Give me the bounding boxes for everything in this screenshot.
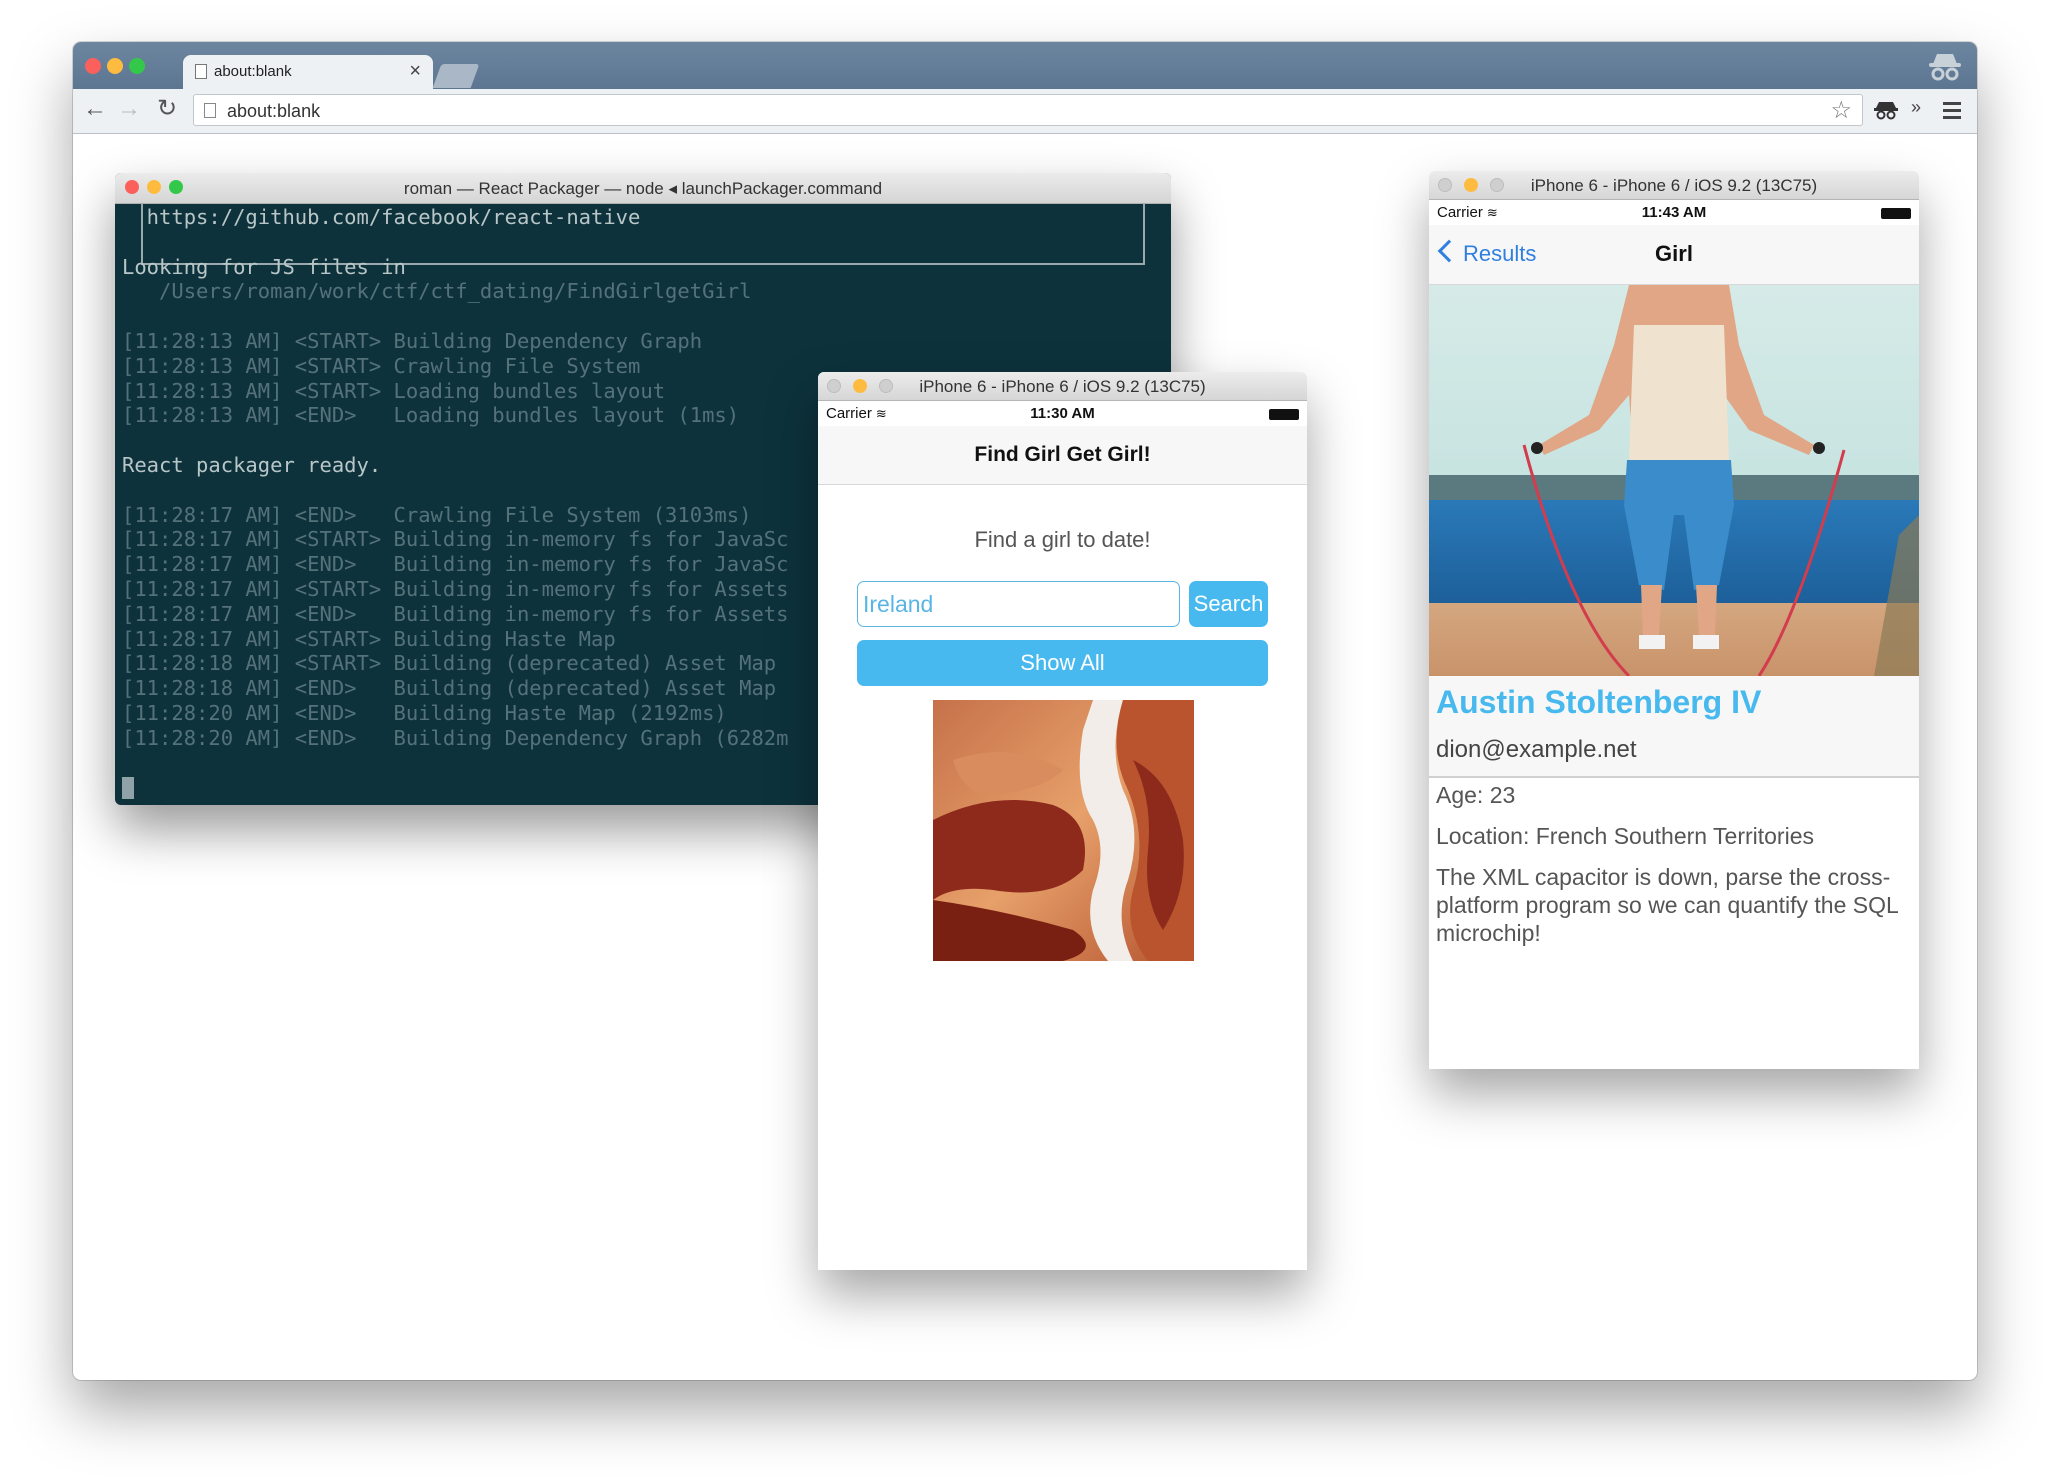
simulator-window-profile: iPhone 6 - iPhone 6 / iOS 9.2 (13C75) Ca… [1429,171,1919,1069]
incognito-icon [1929,54,1961,81]
search-prompt: Find a girl to date! [974,527,1151,552]
battery-icon [1881,208,1911,219]
simulator-title: iPhone 6 - iPhone 6 / iOS 9.2 (13C75) [1530,176,1818,195]
address-text[interactable]: about:blank [227,101,320,122]
back-button[interactable]: ← [83,95,107,123]
status-bar: Carrier ≋ 11:43 AM [1429,199,1919,225]
terminal-line: [11:28:17 AM] <END> Crawling File System… [122,502,752,527]
profile-name: Austin Stoltenberg IV [1436,684,1762,720]
terminal-line: [11:28:20 AM] <END> Building Dependency … [122,725,789,750]
forward-button[interactable]: → [117,95,141,123]
simulator-titlebar: iPhone 6 - iPhone 6 / iOS 9.2 (13C75) [818,372,1307,401]
show-all-button[interactable]: Show All [857,640,1268,686]
chevron-left-icon [1437,239,1461,263]
terminal-line: [11:28:17 AM] <START> Building Haste Map [122,626,616,651]
navigation-bar: Find Girl Get Girl! [818,426,1307,485]
tab-title: about:blank [214,63,292,80]
terminal-titlebar: roman — React Packager — node ◂ launchPa… [115,173,1171,204]
terminal-line: React packager ready. [122,453,382,477]
profile-location: Location: French Southern Territories [1436,823,1814,849]
back-label: Results [1463,241,1537,266]
page-icon [204,103,216,118]
address-bar[interactable]: about:blank ☆ [193,94,1863,126]
tab-close-button[interactable]: × [409,60,421,83]
search-input[interactable] [857,581,1180,627]
profile-age: Age: 23 [1436,782,1516,808]
tab-strip: about:blank × [73,42,1977,89]
status-time: 11:30 AM [1030,405,1095,422]
minimize-window-button[interactable] [107,58,123,74]
page-icon [195,64,207,79]
terminal-line: [11:28:20 AM] <END> Building Haste Map (… [122,701,727,725]
terminal-line: [11:28:17 AM] <START> Building in-memory… [122,527,789,552]
kiss-photo[interactable] [933,700,1194,961]
browser-tab[interactable]: about:blank × [183,55,433,89]
terminal-line: [11:28:17 AM] <END> Building in-memory f… [122,552,789,577]
incognito-extension-icon[interactable] [1873,100,1899,120]
terminal-line: [11:28:13 AM] <START> Loading bundles la… [122,378,666,403]
search-button[interactable]: Search [1189,581,1268,627]
zoom-window-button[interactable] [129,58,145,74]
simulator-title: iPhone 6 - iPhone 6 / iOS 9.2 (13C75) [919,377,1206,396]
terminal-line: /Users/roman/work/ctf/ctf_dating/FindGir… [122,279,752,304]
terminal-title: roman — React Packager — node ◂ launchPa… [403,179,883,198]
terminal-line: [11:28:17 AM] <START> Building in-memory… [122,577,789,601]
simulator-titlebar: iPhone 6 - iPhone 6 / iOS 9.2 (13C75) [1429,171,1919,200]
profile-description: The XML capacitor is down, parse the cro… [1436,864,1898,946]
profile-email[interactable]: dion@example.net [1436,736,1636,764]
terminal-line: [11:28:13 AM] <END> Loading bundles layo… [122,403,740,428]
terminal-line: [11:28:13 AM] <START> Crawling File Syst… [122,353,641,378]
status-bar: Carrier ≋ 11:30 AM [818,400,1307,426]
terminal-line: [11:28:17 AM] <END> Building in-memory f… [122,601,789,626]
new-tab-button[interactable] [432,64,480,88]
browser-toolbar: ← → ↻ about:blank ☆ » [73,89,1977,134]
extensions-overflow-button[interactable]: » [1911,97,1921,118]
profile-photo [1429,285,1919,676]
bookmark-star-icon[interactable]: ☆ [1830,96,1852,125]
status-time: 11:43 AM [1641,204,1707,221]
terminal-line: [11:28:18 AM] <END> Building (deprecated… [122,676,777,701]
close-window-button[interactable] [85,58,101,74]
terminal-cursor [122,777,134,799]
battery-icon [1269,409,1299,420]
back-button[interactable]: Results [1437,239,1537,267]
terminal-line: [11:28:13 AM] <START> Building Dependenc… [122,329,703,353]
navigation-bar: Girl Results [1429,225,1919,285]
terminal-line: Looking for JS files in [122,254,406,279]
reload-button[interactable]: ↻ [157,95,177,123]
terminal-line: https://github.com/facebook/react-native [122,205,641,229]
profile-header: Austin Stoltenberg IV dion@example.net [1429,676,1919,778]
nav-title: Find Girl Get Girl! [974,443,1151,466]
simulator-window-search: iPhone 6 - iPhone 6 / iOS 9.2 (13C75) Ca… [818,372,1307,1270]
terminal-line: [11:28:18 AM] <START> Building (deprecat… [122,651,777,676]
menu-icon[interactable] [1943,102,1961,123]
